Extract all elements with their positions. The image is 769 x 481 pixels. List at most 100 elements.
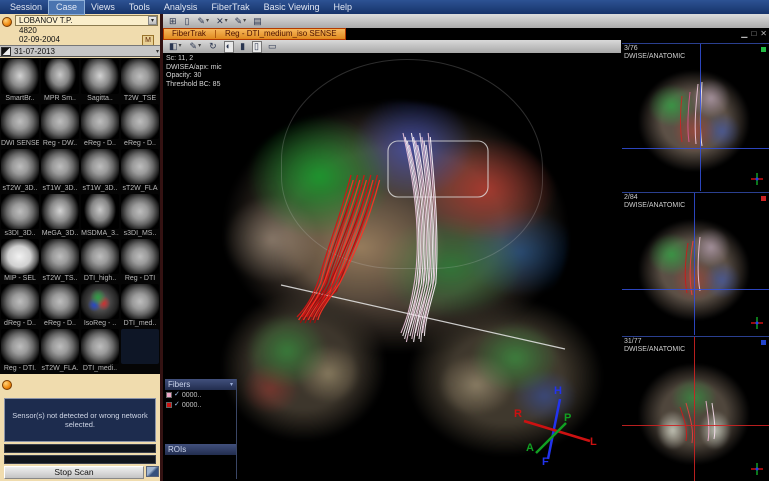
series-thumbnail[interactable]: s3DI_3D.. [0, 193, 40, 238]
fibers-panel-header[interactable]: Fibers ▾ [165, 379, 236, 390]
toolbar-button[interactable]: ▤ [251, 15, 265, 27]
series-thumbnail[interactable]: MIP - SEL [0, 238, 40, 283]
mini-orientation-icon [749, 315, 765, 331]
toolbar-button[interactable]: ✕ ▾ [214, 15, 230, 27]
series-thumbnail[interactable]: DTI_medi.. [80, 328, 120, 373]
patient-select[interactable]: LOBANOV T.P. ▾ [15, 15, 158, 26]
text-field[interactable] [4, 455, 156, 464]
thumbnail-label: Reg - DTI [121, 274, 159, 283]
menu-item[interactable]: FiberTrak [204, 1, 256, 14]
series-thumbnail[interactable]: sT2W_3D.. [0, 148, 40, 193]
tab-app-label: FiberTrak [172, 29, 206, 39]
localizer-line-v[interactable] [700, 44, 701, 191]
check-icon[interactable]: ✓ [174, 401, 180, 409]
rois-panel-header[interactable]: ROIs [165, 444, 236, 455]
thumbnail-image [41, 239, 79, 274]
window-control-button[interactable]: □ [751, 28, 756, 39]
window-control-button[interactable]: ▁ [741, 28, 747, 39]
series-thumbnail[interactable]: dReg - D.. [0, 283, 40, 328]
series-thumbnail[interactable]: s3DI_MS.. [120, 193, 160, 238]
main-toolbar: ⊞ ▯ ✎ ▾ ✕ ▾ ✎ ▾ ▤ [163, 14, 769, 28]
menu-item[interactable]: Session [3, 1, 49, 14]
viewport-tool-button[interactable]: ◧ ▾ [167, 41, 184, 53]
slice-modality: DWISE/ANATOMIC [624, 346, 685, 354]
series-thumbnail[interactable]: sT2W_FLA. [40, 328, 80, 373]
thumbnail-image [121, 149, 159, 184]
toolbar-button[interactable]: ⊞ [167, 15, 180, 27]
menu-item[interactable]: Help [326, 1, 359, 14]
viewport-tool-button[interactable]: ▭ [266, 41, 280, 53]
mpr-panel-axial[interactable]: 31/77 DWISE/ANATOMIC [622, 336, 769, 481]
menu-item[interactable]: Basic Viewing [257, 1, 327, 14]
series-thumbnail[interactable]: SmartBr.. [0, 58, 40, 103]
viewport-tool-button[interactable]: ↻ [207, 41, 220, 53]
stop-scan-button[interactable]: Stop Scan [4, 466, 144, 479]
series-thumbnail[interactable]: eReg - D.. [120, 103, 160, 148]
series-thumbnail[interactable]: MPR Sm.. [40, 58, 80, 103]
axis-label-head: H [554, 386, 562, 397]
window-control-button[interactable]: ✕ [760, 28, 767, 39]
series-thumbnail[interactable]: eReg - D.. [80, 103, 120, 148]
series-thumbnail[interactable]: MSDMA_3.. [80, 193, 120, 238]
chevron-down-icon: ▾ [206, 16, 209, 27]
viewport-tool-button[interactable]: ✎ ▾ [188, 41, 204, 53]
series-thumbnail[interactable]: DTI_med.. [120, 283, 160, 328]
chevron-down-icon[interactable]: ▾ [148, 16, 157, 25]
chevron-down-icon[interactable]: ▾ [156, 48, 159, 55]
text-field[interactable] [4, 444, 156, 453]
mpr-fiber-overlay [622, 337, 769, 481]
viewport-tool-button[interactable]: ▯ [252, 41, 262, 53]
thumbnail-label: MPR Sm.. [41, 94, 79, 103]
series-thumbnail[interactable]: sT1W_3D.. [40, 148, 80, 193]
series-thumbnail[interactable]: Reg - DTI [120, 238, 160, 283]
series-thumbnail[interactable]: Reg - DW.. [40, 103, 80, 148]
toolbar-icon: ▯ [185, 16, 190, 27]
fibertrak-tab[interactable]: FiberTrak Reg - DTI_medium_iso SENSE [163, 28, 346, 40]
series-thumbnail[interactable]: T2W_TSE [120, 58, 160, 103]
thumbnail-label: sT2W_FLA [121, 184, 159, 193]
fibers-panel: Fibers ▾ ✓ 0000.. ✓ 0000.. [165, 379, 237, 479]
series-thumbnail[interactable]: sT2W_TS.. [40, 238, 80, 283]
toolbar-button[interactable]: ✎ ▾ [233, 15, 249, 27]
viewport-tool-button[interactable]: ▮ [238, 41, 248, 53]
mpr-panel-coronal-2[interactable]: 2/84 DWISE/ANATOMIC [622, 192, 769, 335]
mpr-column: 3/76 DWISE/ANATOMIC 2/84 DWISE/ANATOMIC [622, 40, 769, 481]
check-icon[interactable]: ✓ [174, 391, 180, 399]
thumbnail-image [41, 284, 79, 319]
menu-item[interactable]: Views [84, 1, 122, 14]
localizer-line-v[interactable] [694, 193, 695, 335]
main-3d-viewport[interactable]: Sc: 11, 2 DWISEA/apx: mic Opacity: 30 Th… [163, 53, 622, 481]
fiber-list-item[interactable]: ✓ 0000.. [165, 390, 236, 400]
series-thumbnail[interactable]: sT2W_FLA [120, 148, 160, 193]
series-thumbnail[interactable]: IsoReg - .. [80, 283, 120, 328]
thumbnail-label: s3DI_MS.. [121, 229, 159, 238]
series-thumbnail[interactable]: Reg - DTI. [0, 328, 40, 373]
series-thumbnail[interactable]: eReg - D.. [40, 283, 80, 328]
series-thumbnail[interactable]: Sagitta.. [80, 58, 120, 103]
localizer-line-h[interactable] [622, 289, 769, 290]
localizer-line-h[interactable] [622, 148, 769, 149]
toolbar-icon: ✎ [235, 16, 243, 27]
localizer-line-v[interactable] [694, 337, 695, 481]
threshold-value: Threshold BC: 85 [166, 81, 222, 90]
series-thumbnail[interactable] [120, 328, 160, 373]
menu-item[interactable]: Analysis [157, 1, 205, 14]
series-thumbnail[interactable]: MeGA_3D.. [40, 193, 80, 238]
viewport-tool-button[interactable]: ◐ [224, 41, 234, 53]
series-thumbnail[interactable]: sT1W_3D.. [80, 148, 120, 193]
tool-icon: ◧ [169, 41, 178, 52]
toolbar-button[interactable]: ▯ [183, 15, 193, 27]
mpr-panel-coronal-1[interactable]: 3/76 DWISE/ANATOMIC [622, 43, 769, 191]
study-date-select[interactable]: 31-07-2013 ▾ [0, 45, 160, 57]
fiber-list-item[interactable]: ✓ 0000.. [165, 400, 236, 410]
toolbar-button[interactable]: ✎ ▾ [196, 15, 212, 27]
menu-item[interactable]: Case [49, 1, 84, 14]
alert-icon [2, 380, 12, 390]
thumbnail-image [1, 59, 39, 94]
localizer-line-h[interactable] [622, 425, 769, 426]
menu-item[interactable]: Tools [122, 1, 157, 14]
mpr-fiber-overlay [622, 44, 769, 191]
series-thumbnail[interactable]: DWI SENSE [0, 103, 40, 148]
window-controls: ▁ □ ✕ [741, 28, 767, 39]
series-thumbnail[interactable]: DTI_high.. [80, 238, 120, 283]
